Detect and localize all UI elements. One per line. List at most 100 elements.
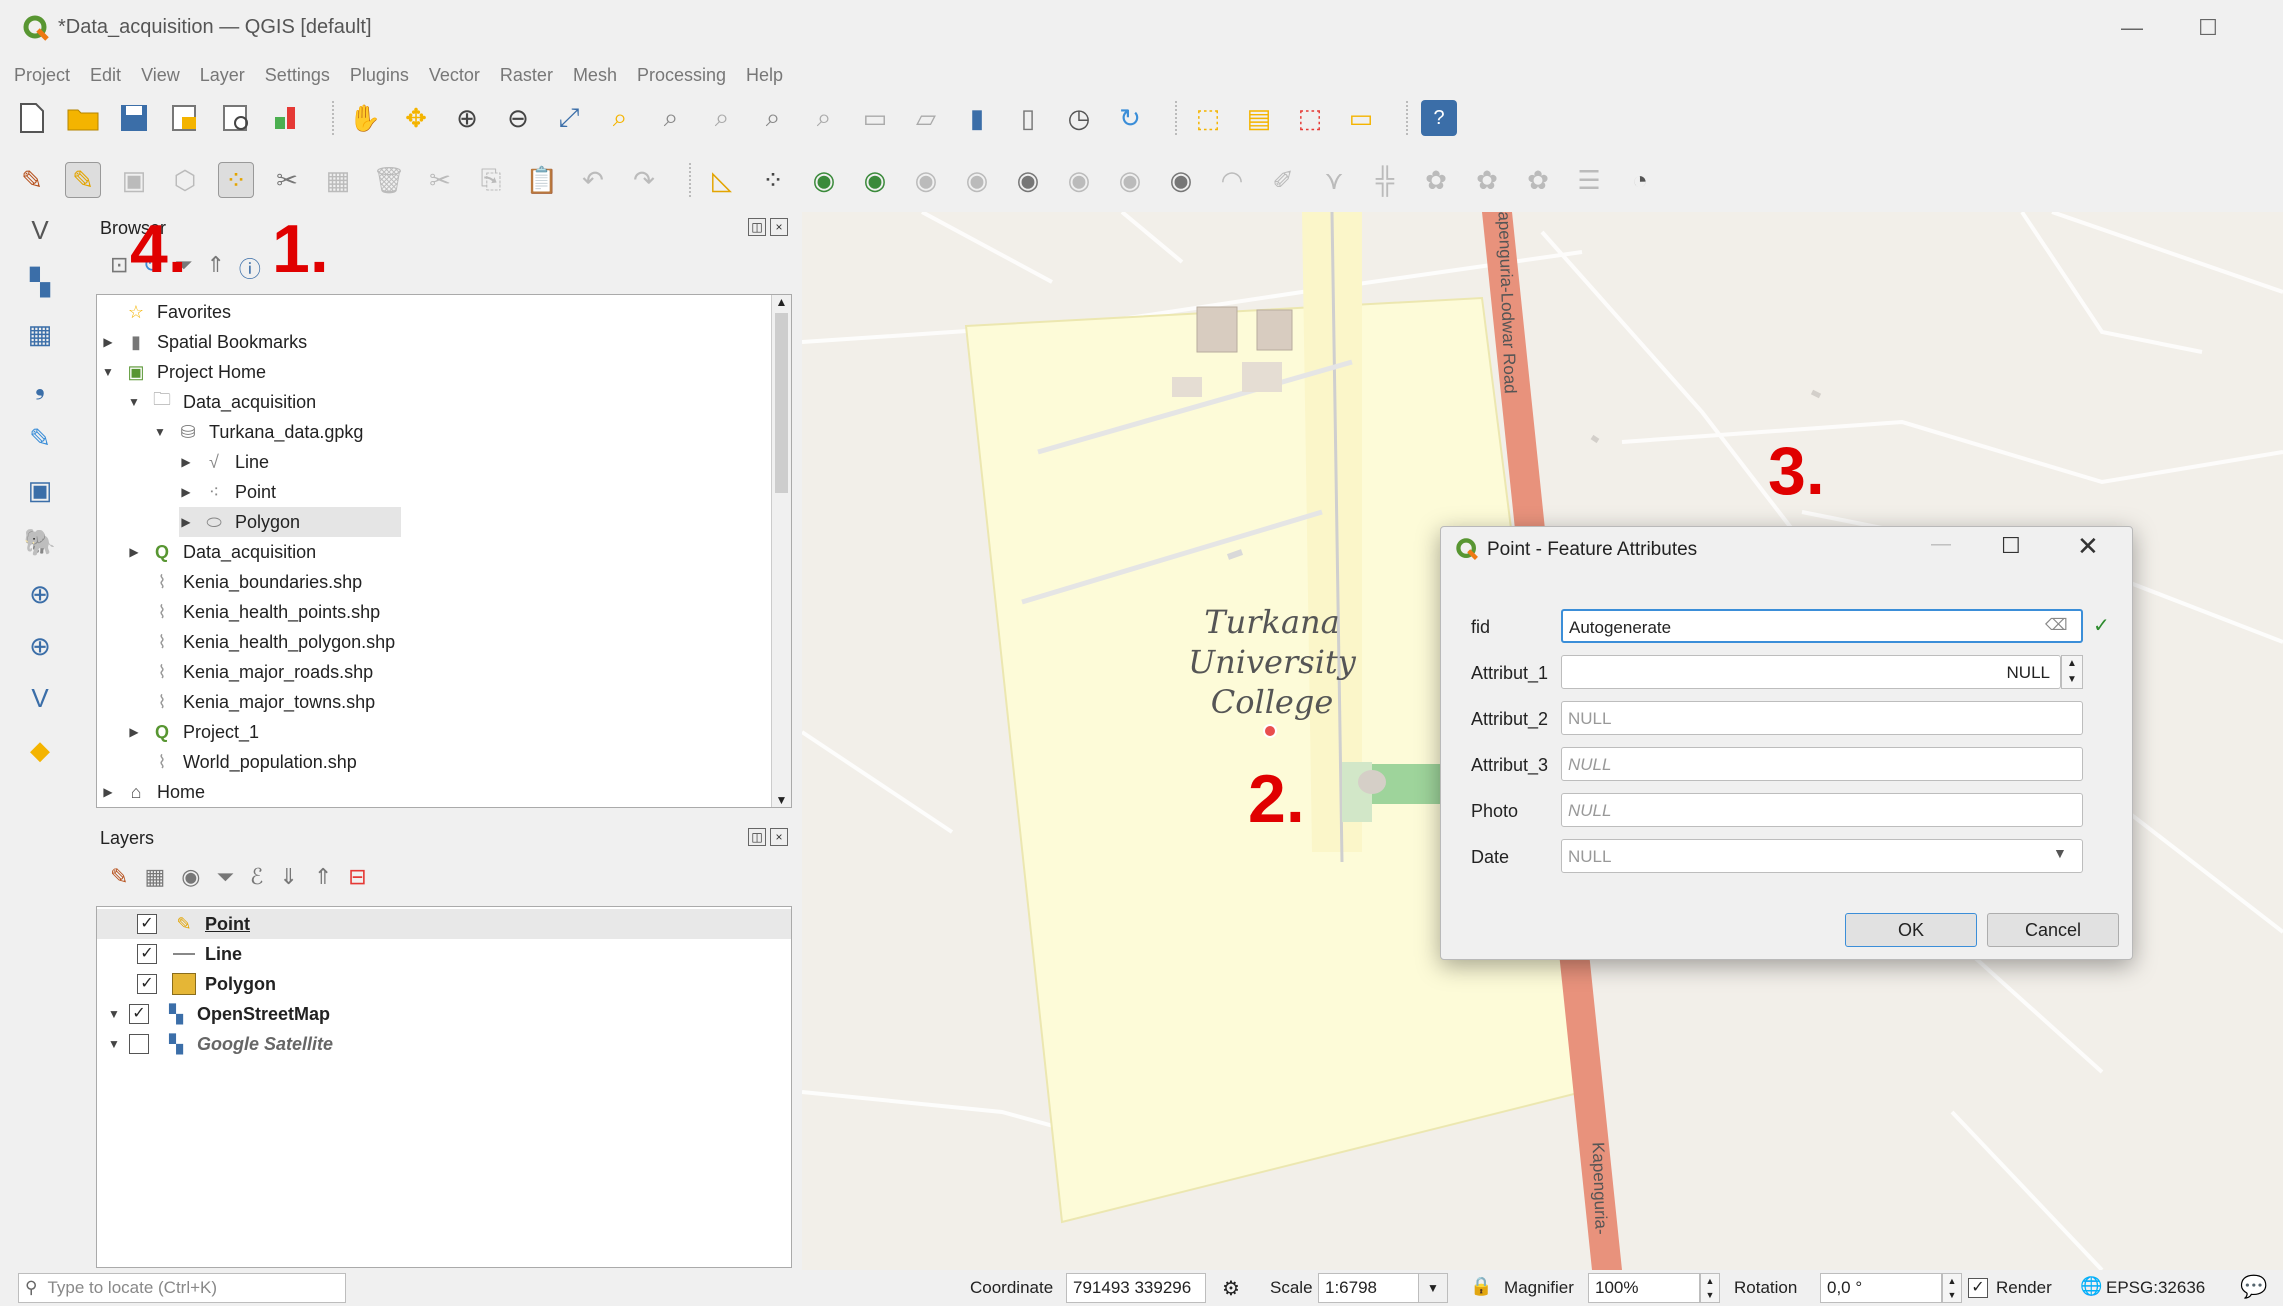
layer-item-line[interactable]: ✓ Line — [97, 939, 242, 969]
new-bookmark-icon[interactable]: ▮ — [959, 100, 995, 136]
new-3d-map-view-icon[interactable]: ▱ — [908, 100, 944, 136]
show-bookmarks-icon[interactable]: ▯ — [1010, 100, 1046, 136]
add-geopackage-icon[interactable]: ✎ — [22, 420, 58, 456]
browser-item-kenia-health-points[interactable]: ⌇ Kenia_health_points.shp — [127, 597, 381, 627]
deselect-features-icon[interactable]: ⬚ — [1292, 100, 1328, 136]
open-attribute-table-icon[interactable]: ▤ — [1241, 100, 1277, 136]
temporal-controller-icon[interactable]: ◷ — [1061, 100, 1097, 136]
close-panel-button[interactable]: × — [770, 828, 788, 846]
new-project-icon[interactable] — [14, 100, 50, 136]
add-vector-layer-icon[interactable]: V — [22, 212, 58, 248]
select-by-expression-icon[interactable]: ▭ — [1343, 100, 1379, 136]
add-point-feature-icon[interactable]: ⁘ — [218, 162, 254, 198]
menu-processing[interactable]: Processing — [637, 65, 726, 86]
zoom-full-icon[interactable]: ⤢ — [551, 100, 587, 136]
render-checkbox[interactable]: ✓ — [1968, 1278, 1988, 1298]
add-mesh-layer-icon[interactable]: ▦ — [22, 316, 58, 352]
menu-plugins[interactable]: Plugins — [350, 65, 409, 86]
browser-item-kenia-health-polygon[interactable]: ⌇ Kenia_health_polygon.shp — [127, 627, 396, 657]
filter-legend-icon[interactable]: ⏷ — [216, 864, 234, 890]
snapping-icon[interactable]: ◺ — [704, 162, 740, 198]
chevron-down-icon[interactable]: ▼ — [2053, 845, 2067, 861]
save-project-icon[interactable] — [116, 100, 152, 136]
move-feature-icon[interactable]: ⁘ — [755, 162, 791, 198]
rotate-feature-icon[interactable]: ◉ — [806, 162, 842, 198]
cancel-button[interactable]: Cancel — [1987, 913, 2119, 947]
delete-part-icon[interactable]: ◉ — [1112, 162, 1148, 198]
style-panel-icon[interactable]: ✎ — [110, 864, 128, 890]
add-group-icon[interactable]: ▦ — [144, 864, 165, 890]
current-edits-icon[interactable]: ✎ — [14, 162, 50, 198]
zoom-to-layer-icon[interactable]: ⌕ — [653, 100, 689, 136]
browser-item-favorites[interactable]: ☆ Favorites — [101, 297, 231, 327]
dialog-maximize-button[interactable]: ☐ — [2001, 533, 2021, 559]
fill-ring-icon[interactable]: ◉ — [1010, 162, 1046, 198]
layer-visibility-checkbox[interactable]: ✓ — [129, 1004, 149, 1024]
layer-item-polygon[interactable]: ✓ Polygon — [97, 969, 276, 999]
lock-icon[interactable]: 🔒 — [1470, 1276, 1492, 1297]
menu-project[interactable]: Project — [14, 65, 70, 86]
collapse-all-icon[interactable]: ⇑ — [206, 252, 224, 284]
maximize-button[interactable]: ☐ — [2180, 8, 2236, 48]
menu-raster[interactable]: Raster — [500, 65, 553, 86]
messages-icon[interactable]: 💬 — [2240, 1274, 2267, 1300]
offset-symbols-icon[interactable]: ✿ — [1520, 162, 1556, 198]
dialog-close-button[interactable]: ✕ — [2077, 531, 2099, 562]
layout-manager-icon[interactable] — [218, 100, 254, 136]
cut-features-icon[interactable]: ✂ — [422, 162, 458, 198]
remove-layer-icon[interactable]: ⊟ — [348, 864, 366, 890]
browser-item-data-acquisition-project[interactable]: ▶ Q Data_acquisition — [127, 537, 316, 567]
browser-item-turkana-gpkg[interactable]: ▼ ⛁ Turkana_data.gpkg — [153, 417, 363, 447]
select-features-icon[interactable]: ⬚ — [1190, 100, 1226, 136]
simplify-feature-icon[interactable]: ◉ — [857, 162, 893, 198]
toggle-extents-icon[interactable]: ⚙ — [1222, 1276, 1240, 1301]
attribut-3-input[interactable]: NULL — [1561, 747, 2083, 781]
browser-item-spatial-bookmarks[interactable]: ▶ ▮ Spatial Bookmarks — [101, 327, 307, 357]
add-wfs-icon[interactable]: ⊕ — [22, 628, 58, 664]
locator-search-input[interactable]: ⚲ Type to locate (Ctrl+K) — [18, 1273, 346, 1303]
browser-item-point[interactable]: ▶ ⁖ Point — [179, 477, 276, 507]
browser-item-home[interactable]: ▶ ⌂ Home — [101, 777, 205, 807]
browser-scrollbar[interactable]: ▲ ▼ — [771, 295, 791, 807]
manage-visibility-icon[interactable]: ◉ — [181, 864, 200, 890]
vertex-tool-icon[interactable]: ✂ — [269, 162, 305, 198]
add-raster-layer-icon[interactable]: ▚ — [22, 264, 58, 300]
menu-mesh[interactable]: Mesh — [573, 65, 617, 86]
menu-vector[interactable]: Vector — [429, 65, 480, 86]
offset-curve-icon[interactable]: ◠ — [1214, 162, 1250, 198]
menu-settings[interactable]: Settings — [265, 65, 330, 86]
clear-field-icon[interactable]: ⌫ — [2045, 615, 2068, 635]
layer-item-google-satellite[interactable]: ▼ ▚ Google Satellite — [107, 1029, 333, 1059]
add-delimited-text-icon[interactable]: ❟ — [22, 368, 58, 404]
expand-all-icon[interactable]: ⇓ — [279, 864, 297, 890]
zoom-last-icon[interactable]: ⌕ — [755, 100, 791, 136]
menu-edit[interactable]: Edit — [90, 65, 121, 86]
rotate-symbols-icon[interactable]: ✿ — [1469, 162, 1505, 198]
open-project-icon[interactable] — [65, 100, 101, 136]
menu-view[interactable]: View — [141, 65, 180, 86]
browser-item-project-1[interactable]: ▶ Q Project_1 — [127, 717, 259, 747]
fid-input[interactable]: Autogenerate — [1561, 609, 2083, 643]
delete-selected-icon[interactable]: 🗑 — [371, 162, 407, 198]
rotation-spin-arrows[interactable]: ▲ ▼ — [1942, 1273, 1962, 1303]
properties-icon[interactable]: ⓘ — [239, 252, 261, 284]
date-input[interactable]: NULL — [1561, 839, 2083, 873]
digitize-shape-icon[interactable]: ⬡ — [167, 162, 203, 198]
magnifier-input[interactable]: 100% — [1588, 1273, 1700, 1303]
split-parts-icon[interactable]: ⋎ — [1316, 162, 1352, 198]
zoom-next-icon[interactable]: ⌕ — [806, 100, 842, 136]
copy-features-icon[interactable]: ⎘ — [473, 162, 509, 198]
zoom-to-selection-icon[interactable]: ⌕ — [602, 100, 638, 136]
crs-globe-icon[interactable]: 🌐 — [2080, 1276, 2102, 1297]
float-panel-button[interactable]: ◫ — [748, 828, 766, 846]
add-spatialite-icon[interactable]: ▣ — [22, 472, 58, 508]
browser-item-data-acquisition-folder[interactable]: ▼ 🗀 Data_acquisition — [127, 387, 316, 417]
layer-visibility-checkbox[interactable]: ✓ — [137, 974, 157, 994]
split-features-icon[interactable]: ✐ — [1265, 162, 1301, 198]
align-features-icon[interactable]: ☰ — [1571, 162, 1607, 198]
rotation-input[interactable]: 0,0 ° — [1820, 1273, 1942, 1303]
toggle-editing-icon[interactable]: ✎ — [65, 162, 101, 198]
paste-features-icon[interactable]: 📋 — [524, 162, 560, 198]
magnifier-spin-arrows[interactable]: ▲ ▼ — [1700, 1273, 1720, 1303]
browser-item-kenia-boundaries[interactable]: ⌇ Kenia_boundaries.shp — [127, 567, 363, 597]
